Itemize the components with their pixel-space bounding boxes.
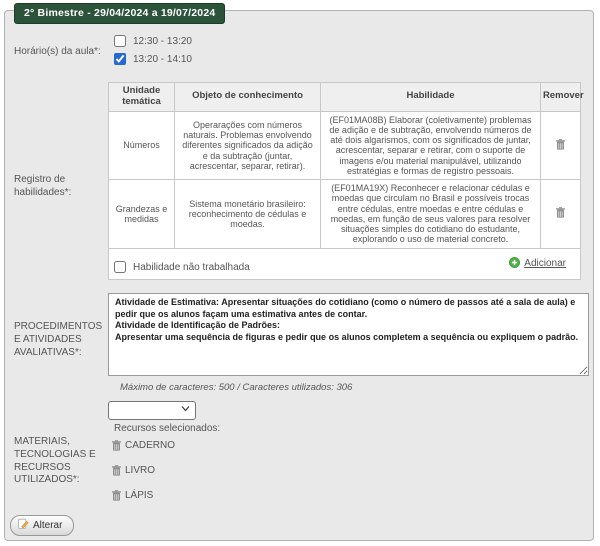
procedures-label: PROCEDIMENTOS E ATIVIDADES AVALIATIVAS*: <box>14 321 110 359</box>
skill-row: Grandezas e medidas Sistema monetário br… <box>109 180 581 249</box>
remove-resource-button[interactable] <box>112 490 121 501</box>
schedule-checkbox-1[interactable] <box>114 35 126 47</box>
col-header-unidade: Unidade temática <box>109 83 175 112</box>
skills-table: Unidade temática Objeto de conhecimento … <box>108 82 581 280</box>
skill-row-habilidade: (EF01MA19X) Reconhecer e relacionar cédu… <box>321 180 541 249</box>
skill-row-objeto: Sistema monetário brasileiro: reconhecim… <box>175 180 321 249</box>
remove-skill-button[interactable] <box>556 207 565 218</box>
resources-select-wrap <box>108 400 196 419</box>
resource-item: CADERNO <box>112 440 175 451</box>
trash-icon <box>112 464 121 479</box>
remove-resource-button[interactable] <box>112 465 121 476</box>
schedule-option-2[interactable]: 13:20 - 14:10 <box>114 53 192 65</box>
resource-item: LIVRO <box>112 465 155 476</box>
resource-item: LÁPIS <box>112 490 153 501</box>
alterar-button-label: Alterar <box>33 520 62 531</box>
skills-table-container: Unidade temática Objeto de conhecimento … <box>108 82 580 280</box>
char-counter: Máximo de caracteres: 500 / Caracteres u… <box>120 382 352 393</box>
skills-table-header-row: Unidade temática Objeto de conhecimento … <box>109 83 581 112</box>
trash-icon <box>556 206 565 221</box>
skills-label: Registro de habilidades*: <box>14 174 104 200</box>
resource-item-label: LÁPIS <box>125 490 153 501</box>
skill-row-habilidade: (EF01MA08B) Elaborar (coletivamente) pro… <box>321 111 541 180</box>
not-worked-checkbox[interactable] <box>114 261 126 273</box>
remove-skill-button[interactable] <box>556 139 565 150</box>
col-header-objeto: Objeto de conhecimento <box>175 83 321 112</box>
col-header-remover: Remover <box>541 83 581 112</box>
skill-row-objeto: Operarações com números naturais. Proble… <box>175 111 321 180</box>
schedule-option-2-label: 13:20 - 14:10 <box>133 54 192 65</box>
col-header-habilidade: Habilidade <box>321 83 541 112</box>
materials-label: MATERIAIS, TECNOLOGIAS E RECURSOS UTILIZ… <box>14 436 110 487</box>
trash-icon <box>556 138 565 153</box>
skill-row-unidade: Grandezas e medidas <box>109 180 175 249</box>
bimestre-header: 2° Bimestre - 29/04/2024 a 19/07/2024 <box>14 3 225 24</box>
trash-icon <box>112 489 121 504</box>
schedule-checkbox-2[interactable] <box>114 53 126 65</box>
trash-icon <box>112 439 121 454</box>
resources-select[interactable] <box>108 401 196 420</box>
schedule-option-1-label: 12:30 - 13:20 <box>133 36 192 47</box>
add-plus-icon <box>509 257 520 271</box>
schedule-option-1[interactable]: 12:30 - 13:20 <box>114 35 192 47</box>
remove-resource-button[interactable] <box>112 440 121 451</box>
add-skill-label: Adicionar <box>524 258 566 269</box>
resource-item-label: CADERNO <box>125 440 175 451</box>
selected-resources-title: Recursos selecionados: <box>114 423 220 434</box>
alterar-button[interactable]: Alterar <box>10 515 74 536</box>
skill-row-unidade: Números <box>109 111 175 180</box>
page-root: 2° Bimestre - 29/04/2024 a 19/07/2024 Ho… <box>0 0 600 546</box>
procedures-textarea[interactable]: Atividade de Estimativa: Apresentar situ… <box>108 293 589 376</box>
edit-icon <box>18 518 29 532</box>
skill-row: Números Operarações com números naturais… <box>109 111 581 180</box>
resource-item-label: LIVRO <box>125 465 155 476</box>
schedule-label: Horário(s) da aula*: <box>14 46 109 59</box>
add-skill-link[interactable]: Adicionar <box>509 257 566 271</box>
not-worked-label: Habilidade não trabalhada <box>133 262 250 273</box>
not-worked-option[interactable]: Habilidade não trabalhada <box>114 261 250 273</box>
